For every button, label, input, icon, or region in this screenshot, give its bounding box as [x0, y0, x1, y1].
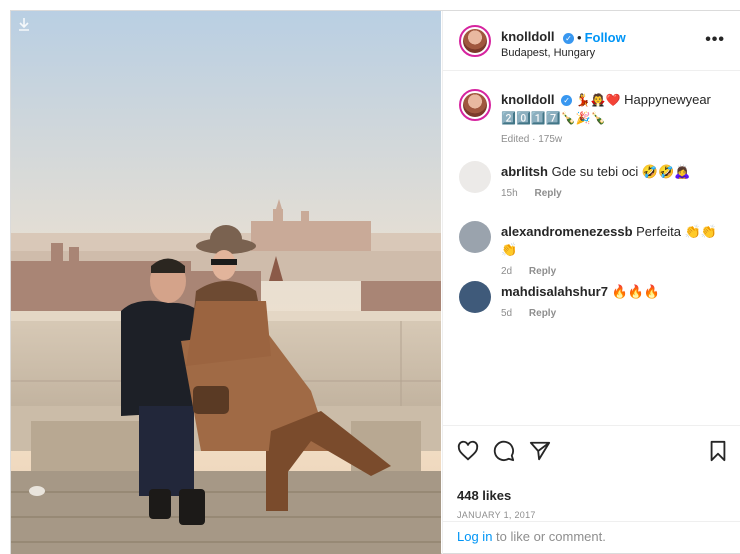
- share-icon[interactable]: [529, 440, 551, 462]
- verified-badge-icon: ✓: [563, 33, 574, 44]
- instagram-post: knolldoll ✓ • Follow Budapest, Hungary •••…: [10, 10, 740, 554]
- comment-time: 15h: [501, 188, 518, 199]
- commenter-avatar[interactable]: [459, 281, 491, 313]
- caption-avatar[interactable]: [459, 89, 491, 121]
- download-icon[interactable]: [17, 17, 31, 31]
- post-sidebar: knolldoll ✓ • Follow Budapest, Hungary •••…: [442, 11, 740, 554]
- login-prompt: Log in to like or comment.: [443, 521, 740, 554]
- caption-meta: Edited · 175w: [501, 134, 563, 145]
- comment-icon[interactable]: [493, 440, 515, 462]
- comment-username[interactable]: abrlitsh: [501, 164, 548, 179]
- heart-icon[interactable]: [457, 440, 479, 462]
- author-avatar[interactable]: [459, 25, 491, 57]
- caption-text: Happynewyear: [624, 92, 711, 107]
- comment-meta: 15h Reply: [501, 185, 731, 203]
- reply-button[interactable]: Reply: [534, 188, 561, 199]
- comment-item: abrlitsh Gde su tebi oci 🤣🤣🙇‍♀️ 15h Repl…: [459, 161, 729, 211]
- comment-time: 2d: [501, 266, 513, 277]
- login-prompt-text: to like or comment.: [492, 529, 606, 544]
- caption-emoji-line: 2️⃣0️⃣1️⃣7️⃣🍾🎉🍾: [501, 111, 606, 125]
- more-horizontal-icon[interactable]: •••: [705, 31, 725, 49]
- comment-meta: 2d Reply: [501, 263, 731, 281]
- comment-meta: 5d Reply: [501, 305, 731, 323]
- comment-username[interactable]: mahdisalahshur7: [501, 284, 608, 299]
- commenter-avatar[interactable]: [459, 161, 491, 193]
- comment-text: Gde su tebi oci 🤣🤣🙇‍♀️: [551, 164, 691, 179]
- reply-button[interactable]: Reply: [529, 308, 556, 319]
- comment-body: abrlitsh Gde su tebi oci 🤣🤣🙇‍♀️ 15h Repl…: [501, 163, 731, 203]
- follow-button[interactable]: Follow: [585, 30, 626, 45]
- comment-text: 🔥🔥🔥: [611, 284, 661, 299]
- comment-username[interactable]: alexandromenezessb: [501, 224, 633, 239]
- login-link[interactable]: Log in: [457, 529, 492, 544]
- commenter-avatar[interactable]: [459, 221, 491, 253]
- post-header: knolldoll ✓ • Follow Budapest, Hungary •••: [443, 11, 740, 71]
- post-photo[interactable]: [11, 11, 441, 554]
- comment-time: 5d: [501, 308, 513, 319]
- caption-body: knolldoll ✓ 💃🧛❤️ Happynewyear 2️⃣0️⃣1️⃣7…: [501, 91, 731, 149]
- comment-item: mahdisalahshur7 🔥🔥🔥 5d Reply: [459, 281, 729, 331]
- post-location[interactable]: Budapest, Hungary: [501, 47, 595, 59]
- post-date[interactable]: JANUARY 1, 2017: [457, 510, 536, 520]
- caption-emoji: 💃🧛❤️: [575, 93, 621, 107]
- caption-username[interactable]: knolldoll: [501, 92, 554, 107]
- bookmark-icon[interactable]: [707, 440, 729, 462]
- follow-group: ✓ • Follow: [560, 29, 626, 47]
- author-username[interactable]: knolldoll: [501, 29, 554, 44]
- photo-scene: [11, 11, 441, 554]
- comment-body: mahdisalahshur7 🔥🔥🔥 5d Reply: [501, 283, 731, 323]
- verified-badge-icon: ✓: [561, 95, 573, 106]
- likes-count[interactable]: 448 likes: [457, 488, 511, 503]
- comment-item: alexandromenezessb Perfeita 👏👏👏 2d Reply: [459, 221, 729, 277]
- comment-body: alexandromenezessb Perfeita 👏👏👏 2d Reply: [501, 223, 731, 281]
- separator-dot: •: [577, 30, 582, 45]
- reply-button[interactable]: Reply: [529, 266, 556, 277]
